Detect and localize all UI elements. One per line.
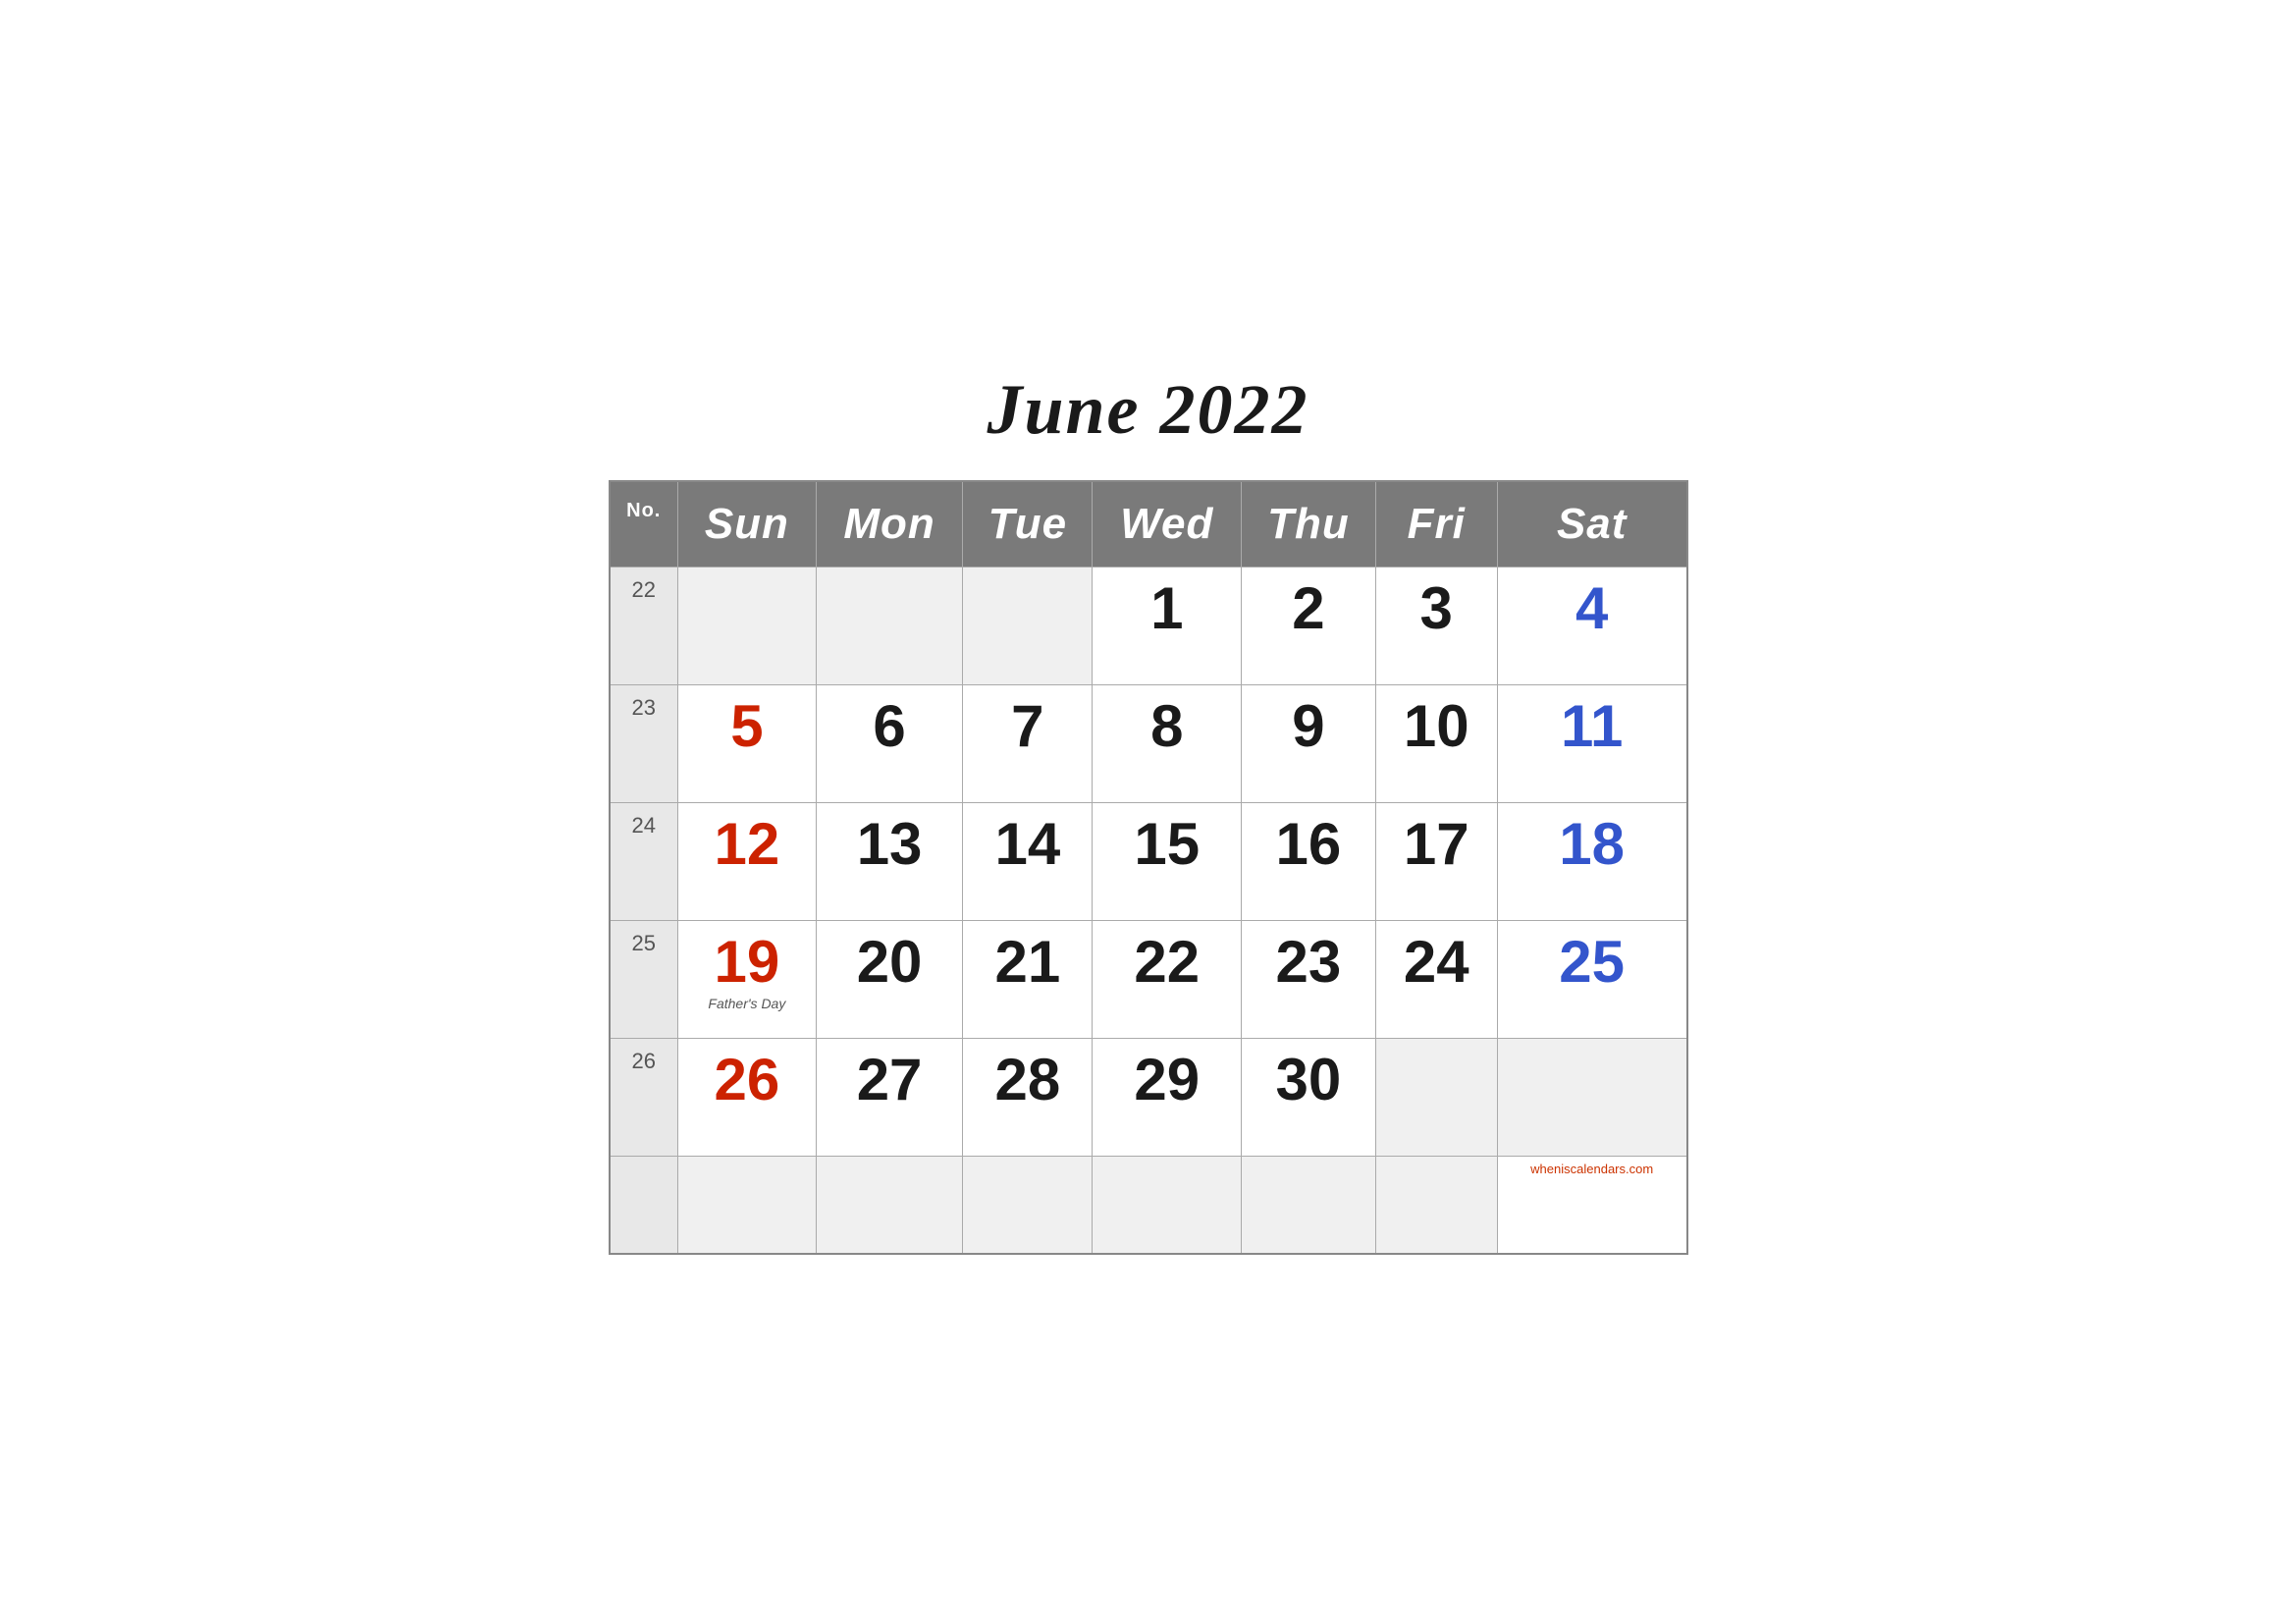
day-number: 18 xyxy=(1510,815,1675,874)
day-number: 28 xyxy=(975,1051,1080,1110)
day-number: 6 xyxy=(828,697,951,756)
day-number: 11 xyxy=(1510,697,1675,756)
day-number: 22 xyxy=(1104,933,1229,992)
day-cell: 29 xyxy=(1093,1038,1242,1156)
week-number: 24 xyxy=(610,802,678,920)
week-number: 23 xyxy=(610,684,678,802)
day-cell: 12 xyxy=(678,802,817,920)
day-cell: 3 xyxy=(1375,567,1497,684)
day-cell: 8 xyxy=(1093,684,1242,802)
day-number: 19 xyxy=(690,933,804,992)
day-cell: 21 xyxy=(963,920,1093,1038)
week-row: 22 1234 xyxy=(610,567,1687,684)
day-cell: 25 xyxy=(1497,920,1686,1038)
header-tue: Tue xyxy=(963,481,1093,568)
day-cell: 13 xyxy=(816,802,963,920)
day-cell: 27 xyxy=(816,1038,963,1156)
day-number: 13 xyxy=(828,815,951,874)
day-number: 4 xyxy=(1510,579,1675,638)
day-cell-empty xyxy=(1093,1156,1242,1254)
day-cell: 28 xyxy=(963,1038,1093,1156)
day-cell: 4 xyxy=(1497,567,1686,684)
week-row: 2626 27 28 29 30 xyxy=(610,1038,1687,1156)
day-cell: 20 xyxy=(816,920,963,1038)
week-row: 2412 13 14 15 16 17 18 xyxy=(610,802,1687,920)
day-cell: 1 xyxy=(1093,567,1242,684)
day-number: 26 xyxy=(690,1051,804,1110)
day-cell: 26 xyxy=(678,1038,817,1156)
day-cell: 9 xyxy=(1242,684,1375,802)
day-number: 21 xyxy=(975,933,1080,992)
day-cell xyxy=(963,567,1093,684)
day-cell: 16 xyxy=(1242,802,1375,920)
day-cell-empty xyxy=(678,1156,817,1254)
day-number: 24 xyxy=(1388,933,1485,992)
day-number: 20 xyxy=(828,933,951,992)
day-number: 3 xyxy=(1388,579,1485,638)
day-cell: 6 xyxy=(816,684,963,802)
day-cell xyxy=(1497,1038,1686,1156)
day-cell: 7 xyxy=(963,684,1093,802)
day-number: 1 xyxy=(1104,579,1229,638)
week-row: 2356789 10 11 xyxy=(610,684,1687,802)
header-thu: Thu xyxy=(1242,481,1375,568)
day-number: 8 xyxy=(1104,697,1229,756)
extra-row: wheniscalendars.com xyxy=(610,1156,1687,1254)
day-cell xyxy=(678,567,817,684)
day-event-label: Father's Day xyxy=(690,996,804,1011)
week-number: 25 xyxy=(610,920,678,1038)
header-row: No. Sun Mon Tue Wed Thu Fri Sat xyxy=(610,481,1687,568)
day-cell: 11 xyxy=(1497,684,1686,802)
watermark-cell: wheniscalendars.com xyxy=(1497,1156,1686,1254)
day-number: 2 xyxy=(1254,579,1362,638)
header-mon: Mon xyxy=(816,481,963,568)
header-fri: Fri xyxy=(1375,481,1497,568)
header-sat: Sat xyxy=(1497,481,1686,568)
day-number: 29 xyxy=(1104,1051,1229,1110)
calendar-wrapper: June 2022 No. Sun Mon Tue Wed Thu Fri Sa… xyxy=(609,369,1688,1256)
day-cell-empty xyxy=(1375,1156,1497,1254)
day-number: 30 xyxy=(1254,1051,1362,1110)
day-cell: 17 xyxy=(1375,802,1497,920)
day-number: 9 xyxy=(1254,697,1362,756)
day-cell: 14 xyxy=(963,802,1093,920)
day-cell: 23 xyxy=(1242,920,1375,1038)
day-number: 15 xyxy=(1104,815,1229,874)
day-cell: 10 xyxy=(1375,684,1497,802)
day-number: 25 xyxy=(1510,933,1675,992)
header-sun: Sun xyxy=(678,481,817,568)
day-number: 14 xyxy=(975,815,1080,874)
week-row: 2519Father's Day202122232425 xyxy=(610,920,1687,1038)
day-number: 7 xyxy=(975,697,1080,756)
header-wed: Wed xyxy=(1093,481,1242,568)
day-cell-empty xyxy=(816,1156,963,1254)
day-cell: 22 xyxy=(1093,920,1242,1038)
day-cell: 19 Father's Day xyxy=(678,920,817,1038)
day-number: 10 xyxy=(1388,697,1485,756)
week-number-empty xyxy=(610,1156,678,1254)
day-cell: 2 xyxy=(1242,567,1375,684)
day-number: 27 xyxy=(828,1051,951,1110)
calendar-title: June 2022 xyxy=(609,369,1688,451)
day-number: 17 xyxy=(1388,815,1485,874)
watermark-link[interactable]: wheniscalendars.com xyxy=(1530,1162,1653,1176)
calendar-table: No. Sun Mon Tue Wed Thu Fri Sat 22123423… xyxy=(609,480,1688,1256)
day-cell-empty xyxy=(1242,1156,1375,1254)
day-cell xyxy=(816,567,963,684)
week-number: 22 xyxy=(610,567,678,684)
day-number: 5 xyxy=(690,697,804,756)
week-number: 26 xyxy=(610,1038,678,1156)
day-cell: 24 xyxy=(1375,920,1497,1038)
header-no: No. xyxy=(610,481,678,568)
day-cell: 15 xyxy=(1093,802,1242,920)
day-number: 23 xyxy=(1254,933,1362,992)
day-cell: 18 xyxy=(1497,802,1686,920)
day-number: 16 xyxy=(1254,815,1362,874)
day-number: 12 xyxy=(690,815,804,874)
day-cell: 30 xyxy=(1242,1038,1375,1156)
day-cell: 5 xyxy=(678,684,817,802)
day-cell xyxy=(1375,1038,1497,1156)
day-cell-empty xyxy=(963,1156,1093,1254)
